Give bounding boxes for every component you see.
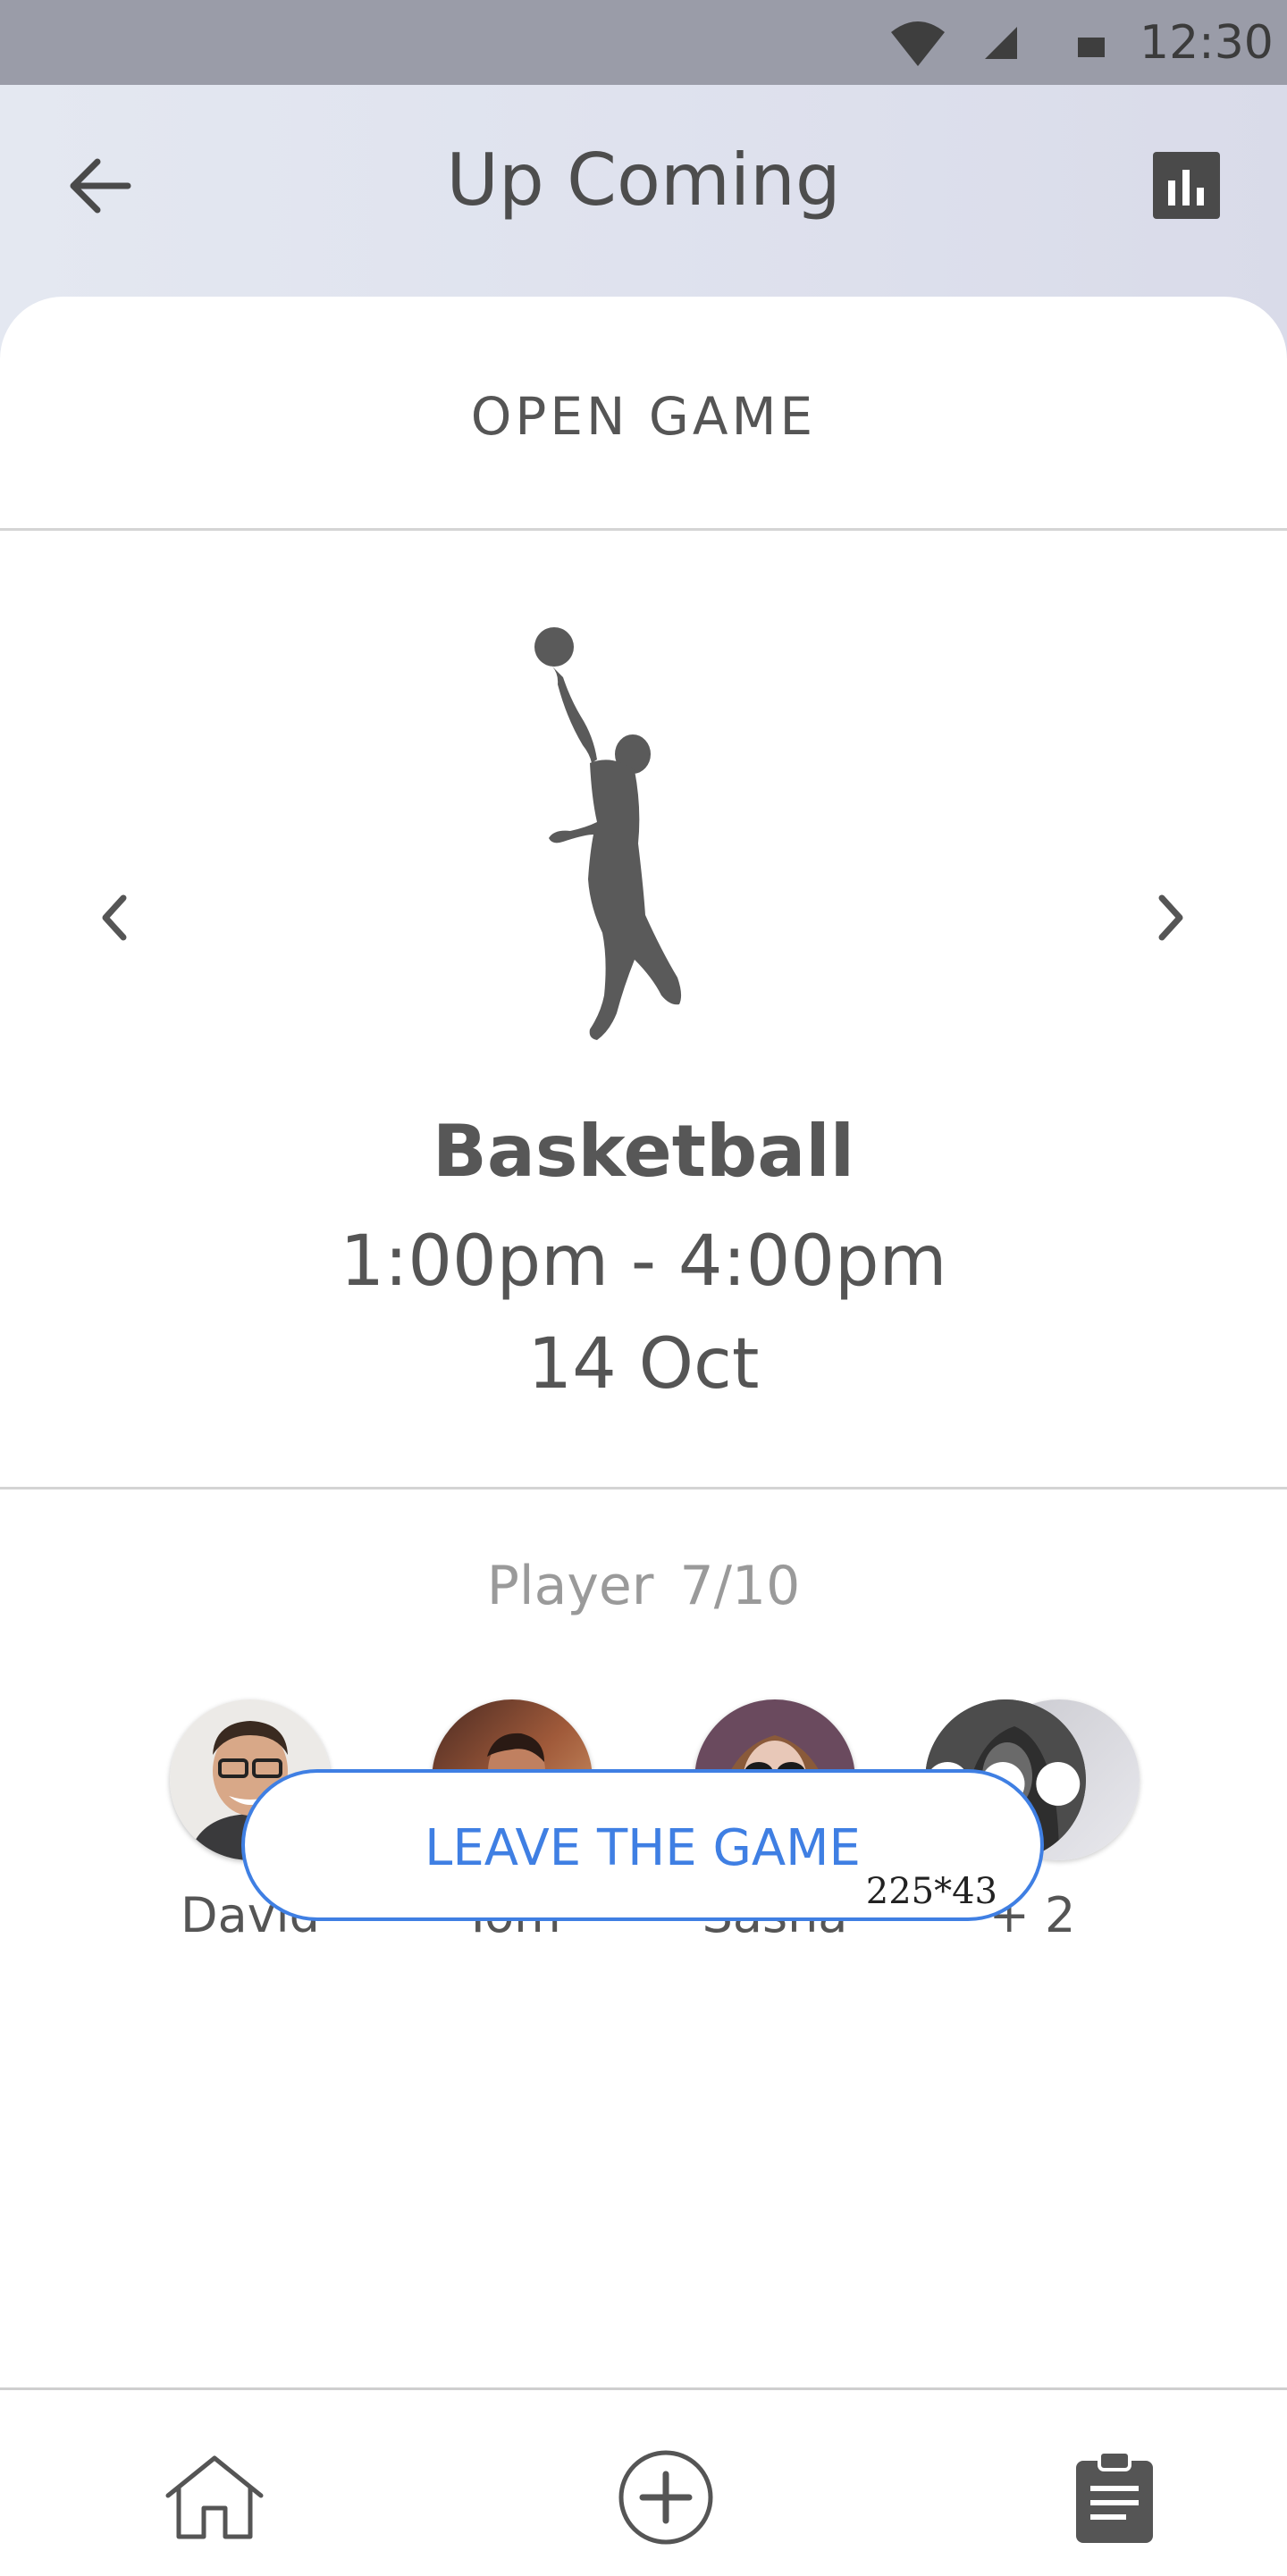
basketball-player-image bbox=[534, 627, 682, 1040]
prev-game-button[interactable] bbox=[79, 882, 150, 953]
player-count: Player 7/10 bbox=[486, 1555, 801, 1617]
top-nav: Up Coming bbox=[0, 85, 1287, 286]
section-title: OPEN GAME bbox=[470, 386, 817, 447]
stats-button[interactable] bbox=[1153, 152, 1220, 219]
leave-game-button[interactable]: LEAVE THE GAME 225*43 bbox=[241, 1769, 1044, 1921]
bottom-tab-bar bbox=[0, 2387, 1287, 2576]
status-time: 12:30 bbox=[1140, 15, 1274, 70]
leave-game-label: LEAVE THE GAME bbox=[425, 1819, 861, 1877]
page-title: Up Coming bbox=[446, 138, 841, 222]
wifi-icon bbox=[889, 0, 946, 85]
game-date: 14 Oct bbox=[527, 1324, 760, 1405]
home-icon bbox=[165, 2455, 264, 2539]
tab-home[interactable] bbox=[161, 2444, 268, 2551]
bar-chart-icon bbox=[1153, 152, 1220, 219]
battery-icon bbox=[1072, 0, 1108, 85]
chevron-right-icon bbox=[1158, 894, 1183, 941]
tab-add[interactable] bbox=[612, 2444, 719, 2551]
clipboard-icon bbox=[1076, 2450, 1153, 2543]
sport-name: Basketball bbox=[432, 1110, 855, 1193]
divider bbox=[0, 528, 1287, 531]
status-bar: 12:30 bbox=[0, 0, 1287, 85]
game-time: 1:00pm - 4:00pm bbox=[340, 1221, 947, 1302]
game-card: OPEN GAME Basketball 1:00pm - 4:00pm 14 … bbox=[0, 297, 1287, 2573]
chevron-left-icon bbox=[102, 894, 127, 941]
size-annotation: 225*43 bbox=[865, 1871, 997, 1912]
tab-tasks[interactable] bbox=[1061, 2444, 1168, 2551]
divider bbox=[0, 1487, 1287, 1489]
signal-icon bbox=[983, 0, 1019, 85]
add-circle-icon bbox=[618, 2450, 713, 2545]
next-game-button[interactable] bbox=[1135, 882, 1207, 953]
